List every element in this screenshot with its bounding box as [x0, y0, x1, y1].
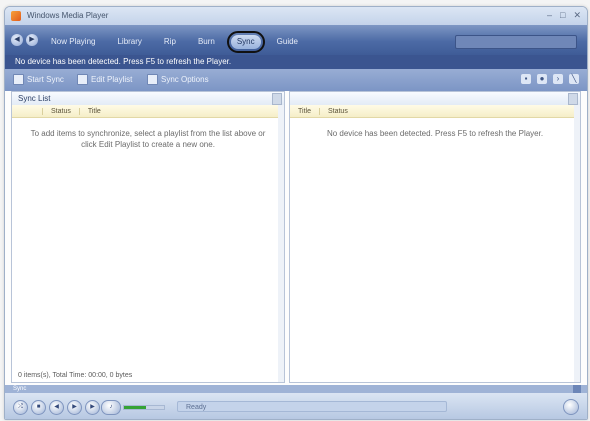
app-icon	[11, 11, 21, 21]
device-message-banner: No device has been detected. Press F5 to…	[5, 55, 587, 69]
mute-icon[interactable]: ♪	[101, 400, 121, 415]
sync-status-bar: Sync	[5, 385, 587, 393]
start-sync-label: Start Sync	[27, 75, 64, 84]
column-header-status-right[interactable]: Status	[318, 107, 356, 115]
fullscreen-icon[interactable]	[563, 399, 579, 415]
tab-sync[interactable]: Sync	[226, 31, 265, 53]
nav-arrows: ◀ ▶	[11, 34, 38, 46]
column-header-title-right[interactable]: Title	[290, 108, 319, 115]
forward-icon[interactable]: ▶	[26, 34, 38, 46]
options-icon	[147, 74, 158, 85]
tab-rip[interactable]: Rip	[158, 35, 182, 49]
sync-list-header: Sync List	[12, 92, 284, 106]
toolbar-right-icons: ▪ ● › ╲	[521, 74, 579, 84]
title-bar: Windows Media Player – □ ✕	[5, 7, 587, 25]
edit-playlist-label: Edit Playlist	[91, 75, 133, 84]
play-icon[interactable]: ▶	[67, 400, 82, 415]
device-empty-message: No device has been detected. Press F5 to…	[326, 129, 544, 138]
sync-options-label: Sync Options	[161, 75, 209, 84]
tab-strip: Now Playing Library Rip Burn Sync Guide	[45, 31, 304, 53]
device-icon[interactable]: ▪	[521, 74, 531, 84]
stop-button-icon[interactable]: ■	[31, 400, 46, 415]
search-input[interactable]	[455, 35, 577, 49]
now-playing-display: Ready	[177, 401, 447, 412]
sync-options-button[interactable]: Sync Options	[147, 74, 209, 85]
sync-list-title[interactable]: Sync List	[18, 94, 50, 103]
tab-now-playing[interactable]: Now Playing	[45, 35, 101, 49]
tab-burn[interactable]: Burn	[192, 35, 221, 49]
sync-list-empty-message: To add items to synchronize, select a pl…	[30, 129, 266, 149]
device-pane: Title Status No device has been detected…	[289, 91, 581, 383]
player-controls: ⤮ ■ ◀ ▶ ▶ ♪ Ready	[5, 393, 587, 419]
right-scrollbar[interactable]	[574, 105, 580, 382]
window-controls: – □ ✕	[547, 11, 581, 20]
device-pane-header	[290, 92, 580, 106]
tab-library[interactable]: Library	[111, 35, 147, 49]
left-scrollbar[interactable]	[278, 105, 284, 382]
window-title: Windows Media Player	[27, 11, 109, 20]
sync-list-columns: Status Title	[12, 105, 284, 118]
device-columns: Title Status	[290, 105, 580, 118]
previous-icon[interactable]: ◀	[49, 400, 64, 415]
minimize-icon[interactable]: –	[547, 11, 552, 20]
toolbar: Start Sync Edit Playlist Sync Options ▪ …	[5, 69, 587, 91]
back-icon[interactable]: ◀	[11, 34, 23, 46]
sync-list-status: 0 items(s), Total Time: 00:00, 0 bytes	[18, 372, 133, 379]
column-header-status[interactable]: Status	[42, 107, 79, 115]
volume-slider[interactable]	[123, 405, 165, 410]
tab-guide[interactable]: Guide	[271, 35, 304, 49]
sync-icon	[13, 74, 24, 85]
next-icon[interactable]: ▶	[85, 400, 100, 415]
volume-slider-fill	[124, 406, 146, 409]
media-icon[interactable]: ●	[537, 74, 547, 84]
maximize-icon[interactable]: □	[560, 11, 565, 20]
sync-list-pane: Sync List Status Title To add items to s…	[11, 91, 285, 383]
nav-bar: ◀ ▶ Now Playing Library Rip Burn Sync Gu…	[5, 25, 587, 55]
media-player-window: Windows Media Player – □ ✕ ◀ ▶ Now Playi…	[4, 6, 588, 420]
shuffle-icon[interactable]: ⤮	[13, 400, 28, 415]
stop-icon[interactable]: ╲	[569, 74, 579, 84]
start-sync-button[interactable]: Start Sync	[13, 74, 64, 85]
device-pane-button[interactable]	[568, 93, 578, 105]
close-icon[interactable]: ✕	[573, 11, 581, 20]
playlist-icon	[77, 74, 88, 85]
edit-playlist-button[interactable]: Edit Playlist	[77, 74, 132, 85]
sync-bar-button[interactable]	[573, 385, 581, 393]
arrow-icon[interactable]: ›	[553, 74, 563, 84]
column-header-title[interactable]: Title	[78, 107, 109, 115]
pane-scroll-button[interactable]	[272, 93, 282, 105]
